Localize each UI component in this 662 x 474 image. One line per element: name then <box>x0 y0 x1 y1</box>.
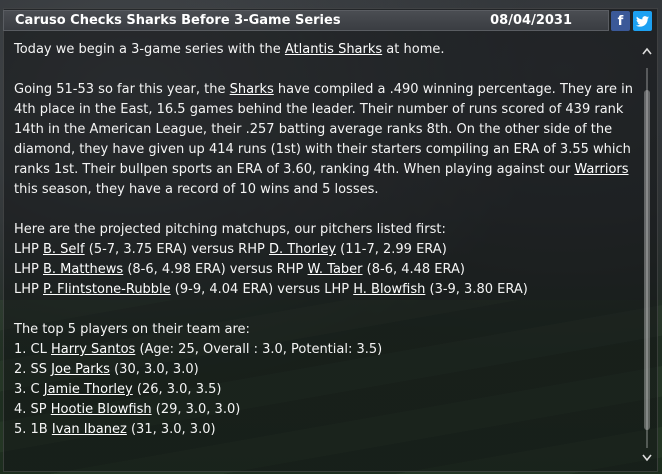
player-row: 1. CL Harry Santos (Age: 25, Overall : 3… <box>14 340 634 360</box>
matchup-row: LHP B. Self (5-7, 3.75 ERA) versus RHP D… <box>14 240 634 260</box>
pitcher-link[interactable]: B. Matthews <box>43 262 123 277</box>
player-stats: (30, 3.0, 3.0) <box>109 362 199 377</box>
twitter-share-button[interactable] <box>633 11 652 31</box>
pitcher-link[interactable]: D. Thorley <box>269 242 336 257</box>
matchup-stats: (3-9, 3.80 ERA) <box>425 282 528 297</box>
stats-text-start: Going 51-53 so far this year, the <box>14 82 230 97</box>
player-row: 4. SP Hootie Blowfish (29, 3.0, 3.0) <box>14 400 634 420</box>
team-link-sharks[interactable]: Sharks <box>230 82 274 97</box>
player-stats: (Age: 25, Overall : 3.0, Potential: 3.5) <box>135 342 383 357</box>
twitter-icon <box>636 15 649 27</box>
matchup-row: LHP B. Matthews (8-6, 4.98 ERA) versus R… <box>14 260 634 280</box>
player-rank-pos: 3. C <box>14 382 44 397</box>
player-rank-pos: 2. SS <box>14 362 52 377</box>
matchup-row: LHP P. Flintstone-Rubble (9-9, 4.04 ERA)… <box>14 280 634 300</box>
player-stats: (26, 3.0, 3.5) <box>132 382 222 397</box>
pitcher-link[interactable]: H. Blowfish <box>353 282 425 297</box>
matchup-stats: (8-6, 4.48 ERA) <box>362 262 465 277</box>
player-rank-pos: 1. CL <box>14 342 51 357</box>
chevron-up-icon <box>642 47 652 55</box>
player-row: 3. C Jamie Thorley (26, 3.0, 3.5) <box>14 380 634 400</box>
facebook-share-button[interactable]: f <box>611 11 630 31</box>
article-body: Today we begin a 3-game series with the … <box>14 40 634 440</box>
matchups-heading: Here are the projected pitching matchups… <box>14 222 446 237</box>
matchup-stats: (5-7, 3.75 ERA) versus RHP <box>84 242 269 257</box>
article-title: Caruso Checks Sharks Before 3-Game Serie… <box>15 13 341 28</box>
matchup-stats: (8-6, 4.98 ERA) versus RHP <box>123 262 308 277</box>
chevron-down-icon <box>642 454 652 462</box>
player-rank-pos: 5. 1B <box>14 422 52 437</box>
player-link[interactable]: Hootie Blowfish <box>51 402 152 417</box>
matchup-hand: LHP <box>14 282 43 297</box>
scroll-up-button[interactable] <box>641 44 653 58</box>
player-link[interactable]: Ivan Ibanez <box>52 422 127 437</box>
stats-paragraph: Going 51-53 so far this year, the Sharks… <box>14 80 634 200</box>
intro-text: Today we begin a 3-game series with the <box>14 42 285 57</box>
player-rank-pos: 4. SP <box>14 402 51 417</box>
matchup-stats: (11-7, 2.99 ERA) <box>336 242 447 257</box>
matchup-hand: LHP <box>14 242 43 257</box>
facebook-icon: f <box>617 13 624 29</box>
article-date: 08/04/2031 <box>490 13 572 28</box>
team-link-atlantis-sharks[interactable]: Atlantis Sharks <box>285 42 382 57</box>
team-link-warriors[interactable]: Warriors <box>574 162 628 177</box>
player-link[interactable]: Joe Parks <box>51 362 110 377</box>
pitcher-link[interactable]: W. Taber <box>308 262 363 277</box>
intro-text-end: at home. <box>382 42 445 57</box>
pitcher-link[interactable]: P. Flintstone-Rubble <box>43 282 171 297</box>
player-link[interactable]: Jamie Thorley <box>44 382 133 397</box>
player-row: 2. SS Joe Parks (30, 3.0, 3.0) <box>14 360 634 380</box>
player-link[interactable]: Harry Santos <box>51 342 135 357</box>
pitcher-link[interactable]: B. Self <box>43 242 85 257</box>
matchup-stats: (9-9, 4.04 ERA) versus LHP <box>170 282 354 297</box>
player-stats: (31, 3.0, 3.0) <box>126 422 216 437</box>
player-row: 5. 1B Ivan Ibanez (31, 3.0, 3.0) <box>14 420 634 440</box>
player-stats: (29, 3.0, 3.0) <box>151 402 241 417</box>
matchup-hand: LHP <box>14 262 43 277</box>
title-bar: Caruso Checks Sharks Before 3-Game Serie… <box>3 10 609 31</box>
stats-text-end: this season, they have a record of 10 wi… <box>14 182 379 197</box>
intro-paragraph: Today we begin a 3-game series with the … <box>14 40 634 60</box>
top-players-heading: The top 5 players on their team are: <box>14 322 250 337</box>
scrollbar-thumb[interactable] <box>644 90 650 430</box>
scroll-down-button[interactable] <box>641 451 653 465</box>
